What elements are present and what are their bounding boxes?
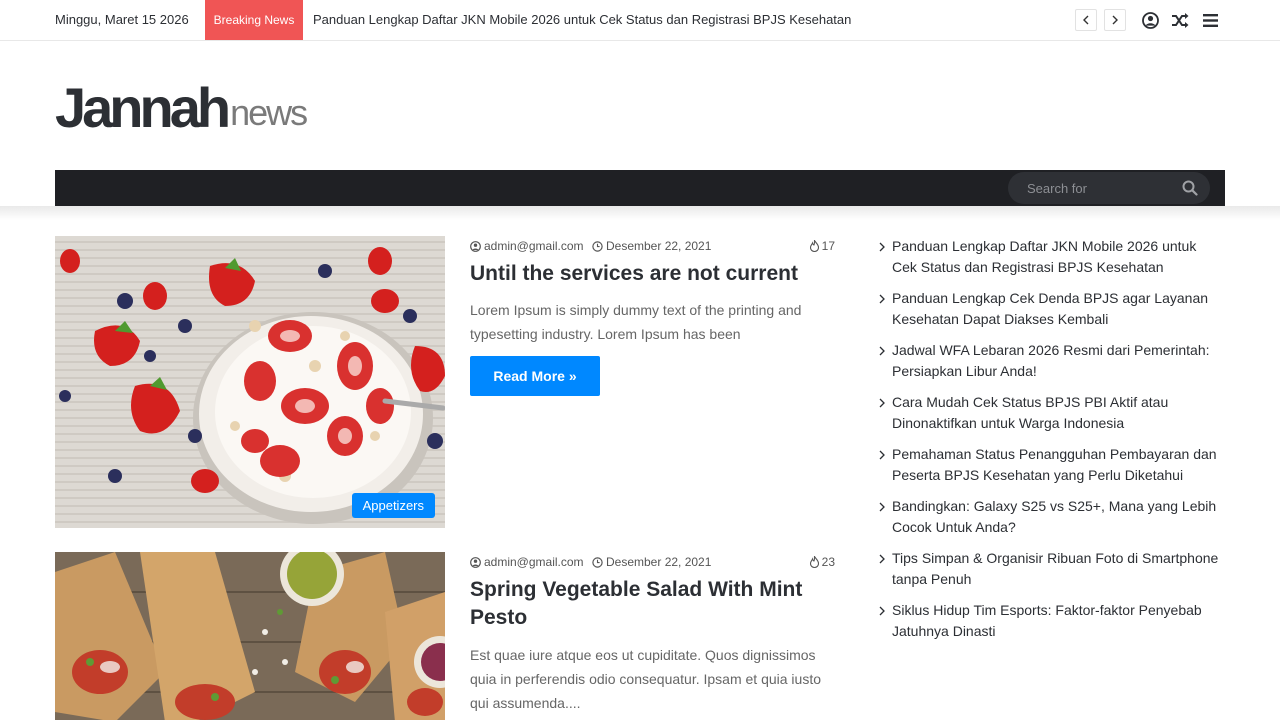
chevron-right-icon bbox=[879, 502, 885, 512]
sidebar-post-title: Tips Simpan & Organisir Ribuan Foto di S… bbox=[892, 550, 1219, 587]
post-author[interactable]: admin@gmail.com bbox=[470, 239, 584, 253]
sidebar-post-title: Panduan Lengkap Daftar JKN Mobile 2026 u… bbox=[892, 238, 1197, 275]
user-icon bbox=[1141, 11, 1159, 29]
search-icon[interactable] bbox=[1182, 180, 1198, 196]
post-excerpt: Lorem Ipsum is simply dummy text of the … bbox=[470, 302, 802, 342]
post-thumbnail[interactable] bbox=[55, 552, 445, 720]
sidebar-post-title: Cara Mudah Cek Status BPJS PBI Aktif ata… bbox=[892, 394, 1169, 431]
post-views: 23 bbox=[809, 555, 835, 569]
fire-icon bbox=[809, 556, 819, 568]
sidebar-post-link[interactable]: Panduan Lengkap Daftar JKN Mobile 2026 u… bbox=[878, 236, 1223, 278]
sidebar-post-link[interactable]: Siklus Hidup Tim Esports: Faktor-faktor … bbox=[878, 600, 1223, 642]
sidebar-post-link[interactable]: Cara Mudah Cek Status BPJS PBI Aktif ata… bbox=[878, 392, 1223, 434]
sidebar-recent-posts: Panduan Lengkap Daftar JKN Mobile 2026 u… bbox=[878, 236, 1223, 652]
sidebar-post-title: Jadwal WFA Lebaran 2026 Resmi dari Pemer… bbox=[892, 342, 1210, 379]
logo-main-text: Jannah bbox=[55, 76, 231, 139]
date-text: Desember 22, 2021 bbox=[606, 555, 712, 569]
sidebar-menu-button[interactable] bbox=[1200, 10, 1220, 30]
chevron-right-icon bbox=[879, 242, 885, 252]
chevron-right-icon bbox=[879, 450, 885, 460]
sidebar-post-link[interactable]: Pemahaman Status Penangguhan Pembayaran … bbox=[878, 444, 1223, 486]
chevron-right-icon bbox=[1112, 15, 1118, 25]
date-text: Desember 22, 2021 bbox=[606, 239, 712, 253]
current-date: Minggu, Maret 15 2026 bbox=[55, 12, 189, 27]
random-article-button[interactable] bbox=[1170, 10, 1190, 30]
shuffle-icon bbox=[1172, 12, 1189, 28]
chevron-right-icon bbox=[879, 606, 885, 616]
post-title[interactable]: Spring Vegetable Salad With Mint Pesto bbox=[470, 576, 830, 632]
search-input[interactable] bbox=[1027, 172, 1177, 204]
user-icon bbox=[470, 240, 481, 252]
breaking-news-ticker-link[interactable]: Panduan Lengkap Daftar JKN Mobile 2026 u… bbox=[313, 12, 851, 27]
ticker-prev-button[interactable] bbox=[1075, 9, 1097, 31]
clock-icon bbox=[592, 240, 603, 252]
post-author[interactable]: admin@gmail.com bbox=[470, 555, 584, 569]
chevron-left-icon bbox=[1083, 15, 1089, 25]
fire-icon bbox=[809, 240, 819, 252]
logo-sub-text: news bbox=[230, 92, 308, 133]
sidebar-post-link[interactable]: Bandingkan: Galaxy S25 vs S25+, Mana yan… bbox=[878, 496, 1223, 538]
login-button[interactable] bbox=[1140, 10, 1160, 30]
main-nav-bar bbox=[55, 170, 1225, 206]
sidebar-post-title: Bandingkan: Galaxy S25 vs S25+, Mana yan… bbox=[892, 498, 1217, 535]
views-count: 17 bbox=[821, 239, 835, 253]
chevron-right-icon bbox=[879, 294, 885, 304]
category-badge[interactable]: Appetizers bbox=[351, 493, 435, 518]
clock-icon bbox=[592, 556, 603, 568]
vegetable-wraps-image bbox=[55, 552, 445, 720]
chevron-right-icon bbox=[879, 346, 885, 356]
post-views: 17 bbox=[809, 239, 835, 253]
sidebar-post-link[interactable]: Tips Simpan & Organisir Ribuan Foto di S… bbox=[878, 548, 1223, 590]
menu-icon bbox=[1202, 13, 1218, 27]
post-meta: admin@gmail.com Desember 22, 2021 17 bbox=[470, 239, 835, 255]
breaking-news-label: Breaking News bbox=[205, 0, 303, 40]
sidebar-post-title: Siklus Hidup Tim Esports: Faktor-faktor … bbox=[892, 602, 1202, 639]
post-card: Appetizers admin@gmail.com Desember 22, … bbox=[55, 236, 835, 528]
site-logo[interactable]: Jannah news bbox=[55, 72, 365, 138]
sidebar-post-link[interactable]: Jadwal WFA Lebaran 2026 Resmi dari Pemer… bbox=[878, 340, 1223, 382]
post-meta: admin@gmail.com Desember 22, 2021 23 bbox=[470, 555, 835, 571]
top-bar: Minggu, Maret 15 2026 Breaking News Pand… bbox=[0, 0, 1280, 41]
nav-shadow bbox=[0, 206, 1280, 220]
author-name: admin@gmail.com bbox=[484, 555, 584, 569]
ticker-next-button[interactable] bbox=[1104, 9, 1126, 31]
strawberry-cereal-bowl-image bbox=[55, 236, 445, 528]
post-title[interactable]: Until the services are not current bbox=[470, 260, 830, 288]
views-count: 23 bbox=[821, 555, 835, 569]
read-more-button[interactable]: Read More » bbox=[470, 356, 600, 396]
post-date: Desember 22, 2021 bbox=[592, 555, 711, 569]
sidebar-post-title: Panduan Lengkap Cek Denda BPJS agar Laya… bbox=[892, 290, 1209, 327]
search-box bbox=[1008, 172, 1210, 204]
post-excerpt: Est quae iure atque eos ut cupiditate. Q… bbox=[470, 647, 822, 711]
post-thumbnail[interactable]: Appetizers bbox=[55, 236, 445, 528]
user-icon bbox=[470, 556, 481, 568]
sidebar-post-title: Pemahaman Status Penangguhan Pembayaran … bbox=[892, 446, 1217, 483]
author-name: admin@gmail.com bbox=[484, 239, 584, 253]
post-date: Desember 22, 2021 bbox=[592, 239, 711, 253]
chevron-right-icon bbox=[879, 398, 885, 408]
chevron-right-icon bbox=[879, 554, 885, 564]
post-card: admin@gmail.com Desember 22, 2021 23 Spr… bbox=[55, 552, 835, 720]
sidebar-post-link[interactable]: Panduan Lengkap Cek Denda BPJS agar Laya… bbox=[878, 288, 1223, 330]
